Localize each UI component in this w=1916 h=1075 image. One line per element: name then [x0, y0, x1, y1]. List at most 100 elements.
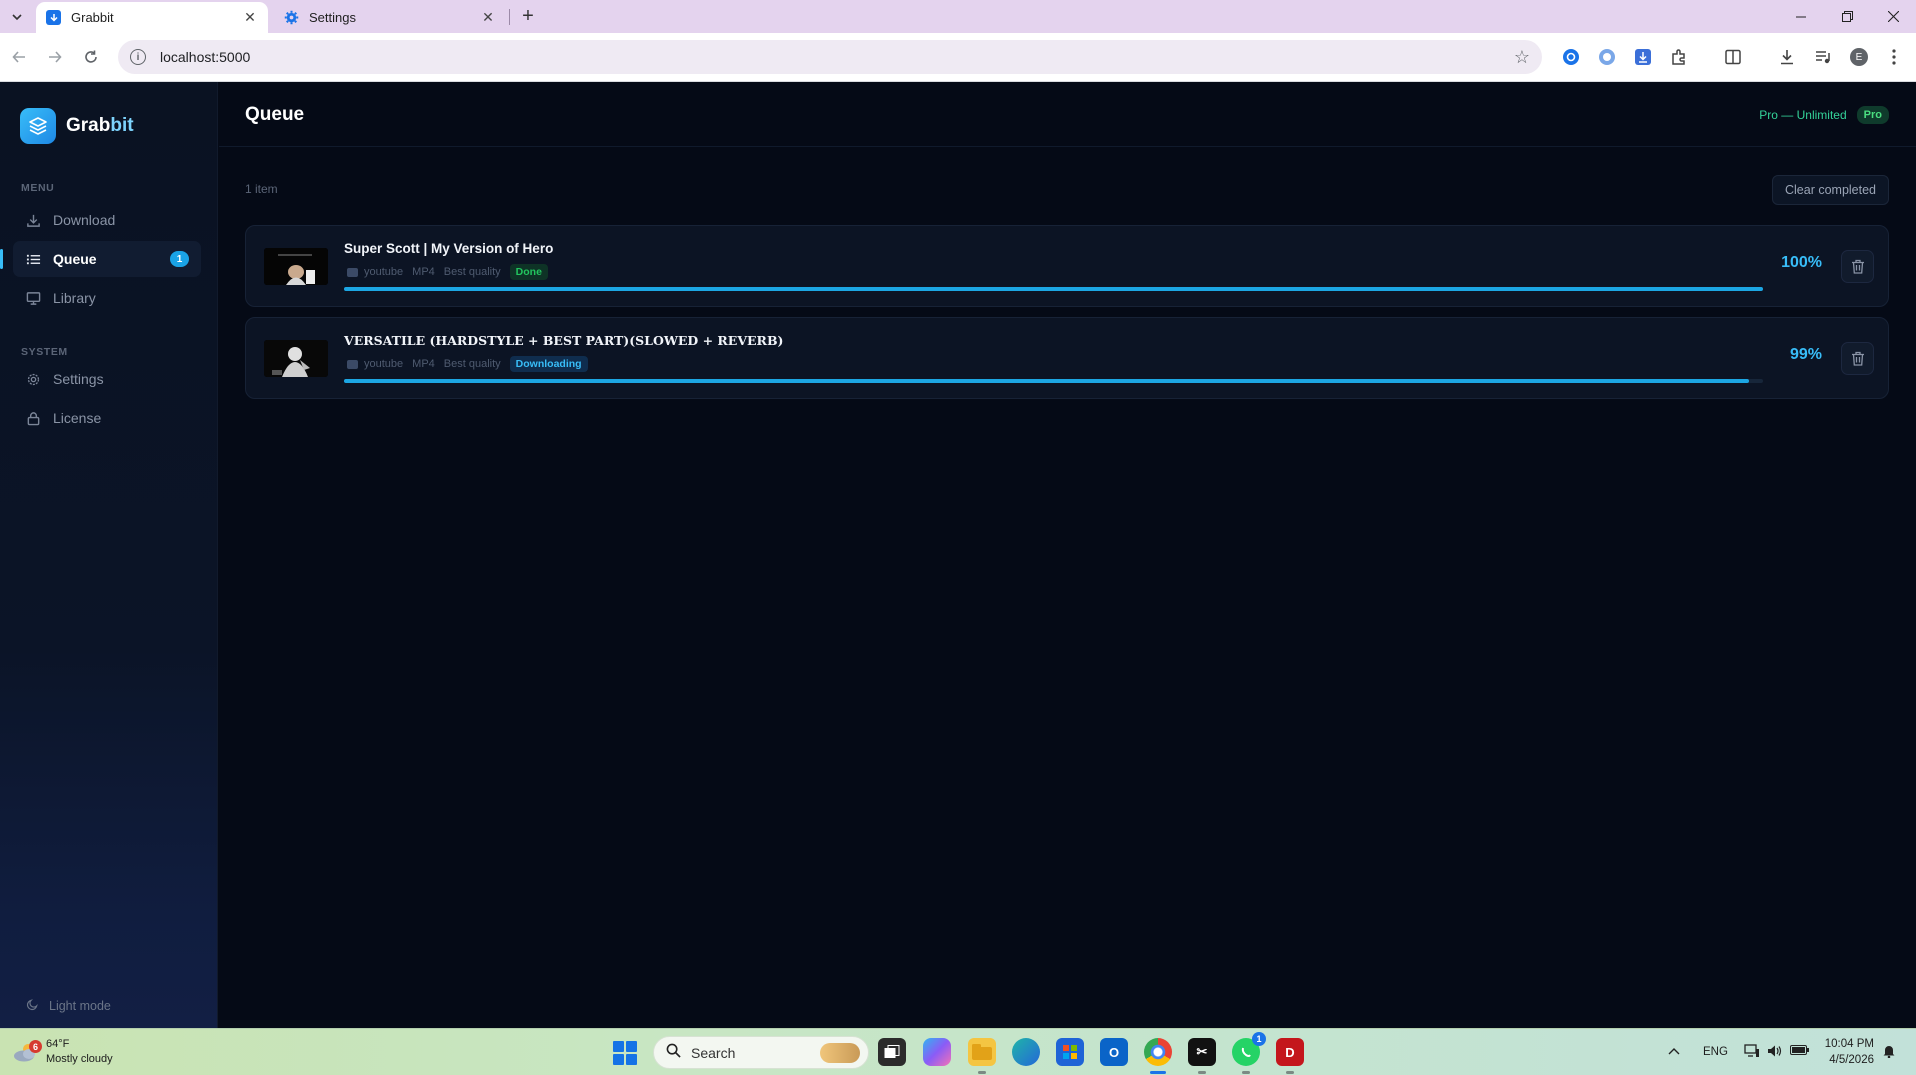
search-icon [666, 1043, 681, 1062]
grabbit-favicon-icon [46, 10, 61, 25]
battery-icon[interactable] [1790, 1044, 1810, 1059]
main-content: Queue Pro — Unlimited Pro 1 item Clear c… [219, 82, 1916, 1028]
app-d-icon[interactable]: D [1276, 1038, 1304, 1066]
running-indicator [1198, 1071, 1206, 1074]
microsoft-store-icon[interactable] [1056, 1038, 1084, 1066]
media-controls-icon[interactable] [1812, 46, 1834, 68]
sidebar-item-library[interactable]: Library [13, 280, 201, 316]
queue-count-badge: 1 [170, 251, 189, 267]
browser-tab-bar: Grabbit ✕ Settings ✕ + [0, 0, 1916, 33]
brand-name-suffix: bit [110, 115, 134, 136]
bookmark-star-icon[interactable]: ☆ [1514, 47, 1530, 68]
address-bar[interactable]: i localhost:5000 ☆ [118, 40, 1542, 74]
weather-widget[interactable]: 6 64°F Mostly cloudy [12, 1037, 113, 1067]
volume-icon[interactable] [1767, 1044, 1783, 1061]
outlook-icon[interactable]: O [1100, 1038, 1128, 1066]
tab-divider [509, 9, 510, 25]
light-mode-toggle[interactable]: Light mode [26, 998, 111, 1014]
settings-gear-favicon-icon [284, 10, 299, 25]
taskbar-search[interactable]: Search [653, 1036, 869, 1069]
queue-item: VERSATILE (HARDSTYLE + BEST PART)(SLOWED… [245, 317, 1889, 399]
source-label: youtube [364, 266, 404, 278]
sidebar-item-license[interactable]: License [13, 400, 201, 436]
windows-taskbar: 6 64°F Mostly cloudy Search O ✂ 1 D ENG [0, 1028, 1916, 1075]
notification-bell-icon[interactable] [1882, 1044, 1896, 1061]
site-info-icon[interactable]: i [130, 49, 146, 65]
close-window-icon[interactable] [1870, 0, 1916, 33]
queue-item-title: VERSATILE (HARDSTYLE + BEST PART)(SLOWED… [344, 333, 784, 348]
queue-item-meta: youtube MP4 Best quality Downloading [347, 356, 588, 372]
reload-icon[interactable] [76, 42, 106, 72]
profile-initial: E [1850, 48, 1868, 66]
copilot-icon[interactable] [923, 1038, 951, 1066]
sidebar-item-label: Queue [53, 251, 97, 267]
new-tab-plus-icon[interactable]: + [516, 4, 540, 28]
progress-bar [344, 379, 1763, 383]
language-indicator[interactable]: ENG [1703, 1046, 1728, 1058]
sidebar-item-settings[interactable]: Settings [13, 361, 201, 397]
sidebar-item-label: Download [53, 212, 116, 228]
search-highlight-image [820, 1043, 860, 1063]
close-tab-icon[interactable]: ✕ [242, 9, 258, 26]
restore-icon[interactable] [1824, 0, 1870, 33]
running-indicator [1286, 1071, 1294, 1074]
format-label: MP4 [412, 358, 435, 370]
trash-icon [1851, 259, 1864, 274]
system-section-label: SYSTEM [21, 346, 68, 358]
show-hidden-icons-chevron-icon[interactable] [1668, 1044, 1680, 1058]
extension-light-blue-icon[interactable] [1596, 46, 1618, 68]
network-icon[interactable] [1744, 1044, 1760, 1061]
browser-tab-grabbit[interactable]: Grabbit ✕ [36, 2, 268, 33]
downloads-icon[interactable] [1776, 46, 1798, 68]
minimize-icon[interactable] [1778, 0, 1824, 33]
tab-search-chevron-icon[interactable] [6, 6, 28, 28]
queue-item-meta: youtube MP4 Best quality Done [347, 264, 548, 280]
plan-text: Pro — Unlimited [1759, 108, 1847, 122]
profile-avatar[interactable]: E [1848, 46, 1870, 68]
forward-arrow-icon[interactable] [40, 42, 70, 72]
windows-start-icon[interactable] [613, 1041, 637, 1065]
video-thumbnail [264, 248, 328, 285]
progress-fill [344, 379, 1749, 383]
delete-button[interactable] [1841, 250, 1874, 283]
youtube-source-icon [347, 267, 358, 277]
clear-completed-button[interactable]: Clear completed [1771, 175, 1889, 205]
sidebar-item-queue[interactable]: Queue 1 [0, 241, 201, 277]
queue-item-title: Super Scott | My Version of Hero [344, 241, 554, 256]
lock-icon [25, 410, 41, 426]
brand[interactable]: Grabbit [20, 108, 134, 144]
browser-tab-settings[interactable]: Settings ✕ [274, 2, 506, 33]
progress-bar [344, 287, 1763, 291]
light-mode-label: Light mode [49, 999, 111, 1013]
search-placeholder: Search [691, 1044, 736, 1061]
delete-button[interactable] [1841, 342, 1874, 375]
chrome-icon[interactable] [1144, 1038, 1172, 1066]
download-icon [25, 212, 41, 228]
file-explorer-icon[interactable] [968, 1038, 996, 1066]
task-view-icon[interactable] [878, 1038, 906, 1066]
close-tab-icon[interactable]: ✕ [480, 9, 496, 26]
sidebar-item-download[interactable]: Download [13, 202, 201, 238]
system-clock[interactable]: 10:04 PM 4/5/2026 [1825, 1036, 1874, 1068]
page-header: Queue Pro — Unlimited Pro [219, 82, 1916, 147]
browser-menu-kebab-icon[interactable] [1883, 46, 1905, 68]
clock-date: 4/5/2026 [1829, 1054, 1874, 1066]
list-icon [25, 251, 41, 267]
url-text: localhost:5000 [160, 49, 251, 65]
edge-browser-icon[interactable] [1012, 1038, 1040, 1066]
back-arrow-icon[interactable] [4, 42, 34, 72]
capcut-icon[interactable]: ✂ [1188, 1038, 1216, 1066]
extensions-puzzle-icon[interactable] [1668, 46, 1690, 68]
status-badge: Done [509, 264, 548, 280]
running-indicator [1242, 1071, 1250, 1074]
running-indicator [978, 1071, 986, 1074]
menu-section-label: MENU [21, 182, 55, 194]
status-badge: Downloading [509, 356, 588, 372]
reading-list-icon[interactable] [1722, 46, 1744, 68]
browser-toolbar: i localhost:5000 ☆ E [0, 33, 1916, 82]
sidebar: Grabbit MENU Download Queue 1 Library SY… [0, 82, 218, 1028]
extension-blue-circle-icon[interactable] [1560, 46, 1582, 68]
moon-icon [26, 998, 39, 1014]
whatsapp-icon[interactable]: 1 [1232, 1032, 1266, 1066]
extension-download-icon[interactable] [1632, 46, 1654, 68]
